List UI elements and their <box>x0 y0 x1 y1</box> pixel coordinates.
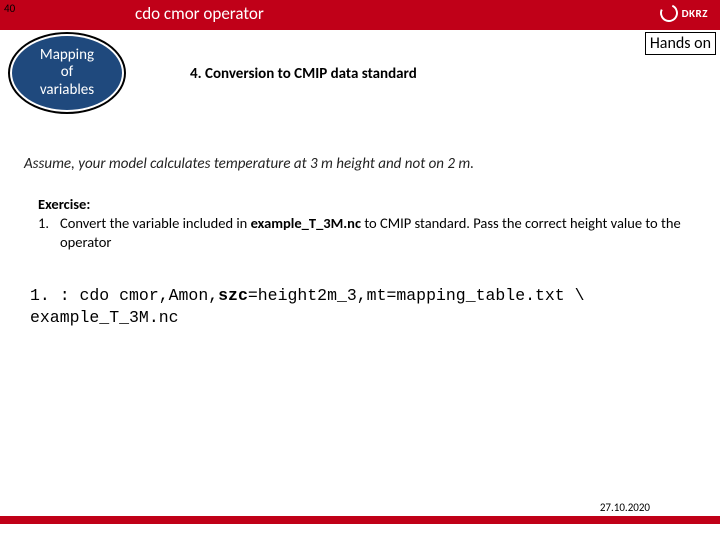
exercise-item: 1. Convert the variable included in exam… <box>38 214 682 252</box>
badge-line3: variables <box>40 81 94 99</box>
badge-line2: of <box>61 63 74 81</box>
mapping-badge: Mapping of variables <box>8 32 126 114</box>
org-logo: DKRZ <box>660 4 708 22</box>
footer-bar <box>0 516 720 524</box>
logo-ring-icon <box>657 1 680 24</box>
section-subtitle: 4. Conversion to CMIP data standard <box>190 65 417 83</box>
footer-date: 27.10.2020 <box>600 501 650 514</box>
ellipse-fill: Mapping of variables <box>12 36 122 110</box>
exercise-body: Convert the variable included in example… <box>60 214 682 252</box>
exercise-label: Exercise: <box>38 195 682 214</box>
command-keyword: szc <box>218 286 248 305</box>
slide-title: cdo cmor operator <box>135 3 264 24</box>
slide-number: 40 <box>4 2 15 15</box>
command-prefix: 1. : cdo cmor,Amon, <box>30 286 218 305</box>
command-block: 1. : cdo cmor,Amon,szc=height2m_3,mt=map… <box>30 285 690 330</box>
hands-on-label: Hands on <box>645 32 716 55</box>
badge-line1: Mapping <box>40 46 94 64</box>
exercise-text-before: Convert the variable included in <box>60 214 251 232</box>
background-swoosh <box>0 120 720 540</box>
badge-text: Mapping of variables <box>40 47 94 99</box>
exercise-block: Exercise: 1. Convert the variable includ… <box>38 195 682 252</box>
assumption-text: Assume, your model calculates temperatur… <box>24 155 474 173</box>
header-bar <box>0 0 720 30</box>
exercise-number: 1. <box>38 214 60 252</box>
exercise-filename: example_T_3M.nc <box>251 214 361 232</box>
slide: 40 cdo cmor operator DKRZ Mapping of var… <box>0 0 720 540</box>
logo-text: DKRZ <box>682 7 708 20</box>
